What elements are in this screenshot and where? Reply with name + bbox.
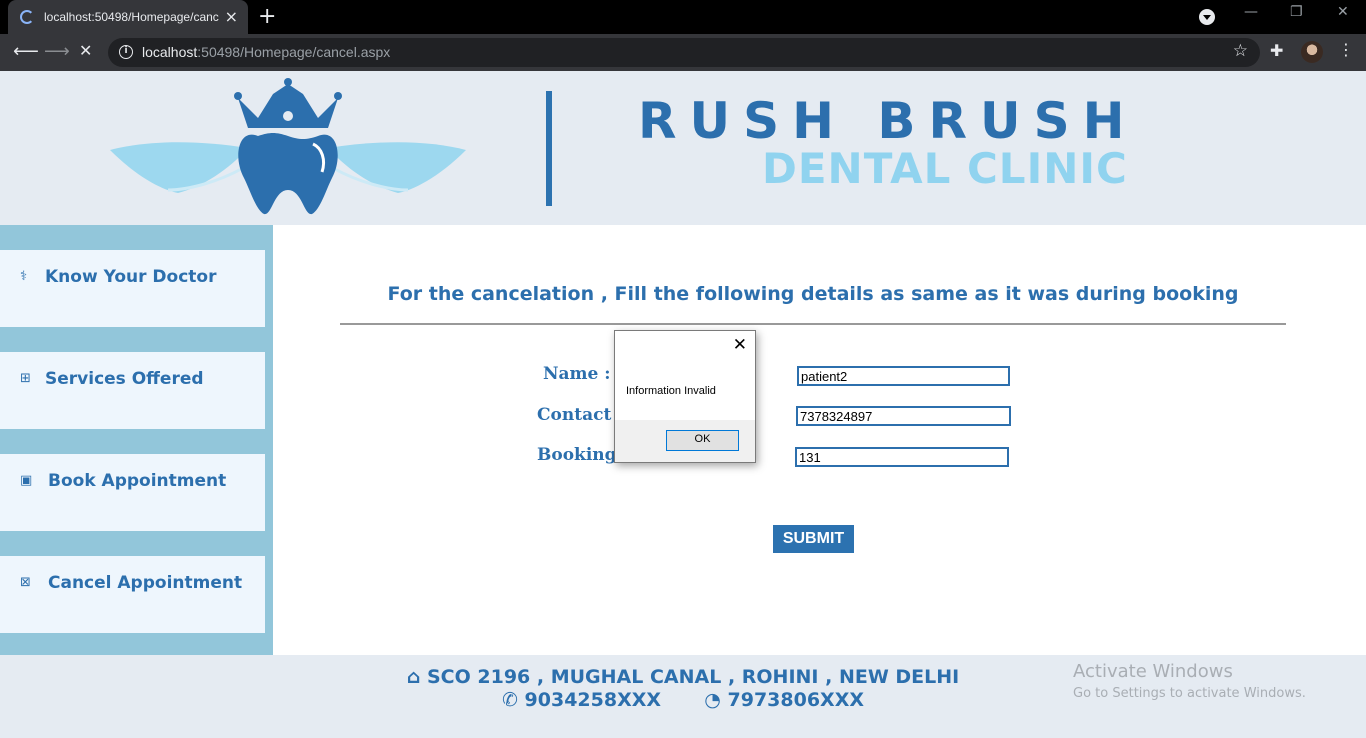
brand-name: RUSH BRUSH [638,92,1138,150]
sidebar-item-label: Cancel Appointment [48,573,243,593]
page-title: For the cancelation , Fill the following… [387,283,1239,305]
sidebar-item-services-offered[interactable]: ⊞ Services Offered [0,352,265,429]
stop-reload-icon[interactable]: ✕ [79,41,92,60]
calendar-check-icon: ▣ [20,473,33,488]
browser-menu-icon[interactable]: ⋮ [1338,40,1354,59]
booking-label: Booking [537,445,617,465]
activate-windows-title: Activate Windows [1073,661,1233,682]
sidebar-item-know-your-doctor[interactable]: ⚕ Know Your Doctor [0,250,265,327]
browser-toolbar: ⟵ ⟶ ✕ i localhost:50498/Homepage/cancel.… [0,34,1366,71]
browser-tab[interactable]: localhost:50498/Homepage/canc × [8,0,248,34]
submit-button[interactable]: SUBMIT [773,525,854,553]
dialog-message: Information Invalid [626,385,716,397]
brand-subtitle: DENTAL CLINIC [762,144,1128,193]
site-info-icon[interactable]: i [119,45,133,59]
name-input[interactable]: patient2 [797,366,1010,386]
loading-spinner-icon [20,10,34,24]
sidebar-item-label: Book Appointment [48,471,227,491]
calendar-x-icon: ⊠ [20,575,31,590]
name-label: Name : [543,364,611,384]
doctor-icon: ⚕ [20,269,28,284]
dialog-footer: OK [615,420,755,462]
sidebar-item-label: Know Your Doctor [45,267,217,287]
activate-windows-subtitle: Go to Settings to activate Windows. [1073,686,1306,701]
extensions-puzzle-icon[interactable]: ✚ [1270,41,1283,60]
home-icon: ⌂ [406,666,421,688]
contact-input[interactable]: 7378324897 [796,406,1011,426]
sidebar-item-label: Services Offered [45,369,204,389]
whatsapp-number: 7973806XXX [727,689,865,711]
back-arrow-icon[interactable]: ⟵ [13,41,39,62]
url-text: localhost:50498/Homepage/cancel.aspx [142,44,391,60]
sidebar-item-cancel-appointment[interactable]: ⊠ Cancel Appointment [0,556,265,633]
tab-title: localhost:50498/Homepage/canc [44,10,219,24]
profile-avatar[interactable] [1301,41,1323,63]
close-window-button[interactable]: ✕ [1337,4,1349,20]
ok-button[interactable]: OK [666,430,739,451]
plus-square-icon: ⊞ [20,371,31,386]
address-bar[interactable]: i localhost:50498/Homepage/cancel.aspx ☆ [108,38,1260,67]
phone-icon: ✆ [501,689,518,711]
tooth-crown-logo [110,78,466,215]
sidebar-item-book-appointment[interactable]: ▣ Book Appointment [0,454,265,531]
tab-search-icon[interactable] [1199,9,1215,25]
dialog-close-icon[interactable]: ✕ [733,335,747,355]
booking-input[interactable]: 131 [795,447,1009,467]
whatsapp-icon: ◔ [704,689,721,711]
forward-arrow-icon[interactable]: ⟶ [44,41,70,62]
tab-close-icon[interactable]: × [225,7,238,26]
title-divider [340,323,1286,325]
minimize-button[interactable]: — [1244,4,1258,20]
alert-dialog: ✕ Information Invalid OK [614,330,756,463]
browser-tabstrip: localhost:50498/Homepage/canc × + — ❐ ✕ [0,0,1366,34]
restore-button[interactable]: ❐ [1290,4,1303,20]
bookmark-star-icon[interactable]: ☆ [1233,41,1248,61]
sidebar: ⚕ Know Your Doctor ⊞ Services Offered ▣ … [0,225,273,655]
new-tab-button[interactable]: + [258,4,276,29]
phone-number: 9034258XXX [524,689,662,711]
header-divider [546,91,552,206]
